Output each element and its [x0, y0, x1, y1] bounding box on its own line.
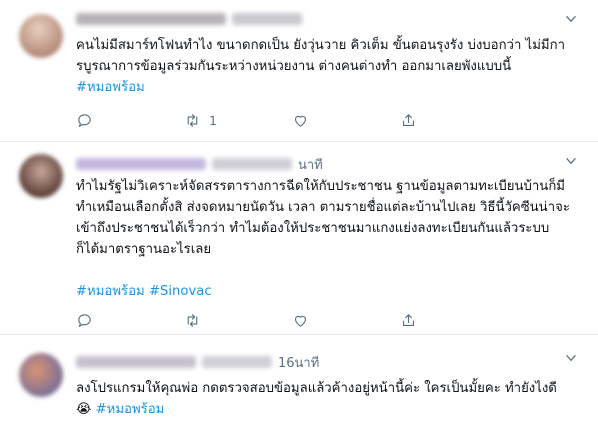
tweet-text: ลงโปรแกรมให้คุณพ่อ กดตรวจสอบข้อมูลแล้วค้…: [76, 378, 572, 420]
like-button[interactable]: [292, 112, 400, 129]
tweet-feed: คนไม่มีสมาร์ทโฟนทำไง ขนาดกดเป็น ยังวุ่นว…: [0, 0, 598, 434]
tweet[interactable]: คนไม่มีสมาร์ทโฟนทำไง ขนาดกดเป็น ยังวุ่นว…: [0, 0, 598, 142]
retweet-button[interactable]: 1: [184, 112, 292, 129]
tweet[interactable]: นาที ทำไมรัฐไม่วิเคราะห์จัดสรรตารางการฉี…: [0, 142, 598, 335]
heart-icon: [294, 315, 307, 327]
tweet-header: 16นาที: [76, 353, 319, 371]
avatar[interactable]: [19, 154, 63, 198]
hashtag-link[interactable]: #Sinovac: [149, 284, 212, 299]
retweet-count: 1: [209, 112, 217, 128]
reply-icon: [78, 313, 91, 327]
tweet-timestamp[interactable]: นาที: [298, 154, 323, 175]
author-name-redacted[interactable]: [76, 13, 226, 25]
heart-icon: [294, 115, 307, 127]
share-button[interactable]: [400, 112, 417, 129]
retweet-icon: [187, 313, 198, 327]
chevron-down-icon: [566, 16, 576, 22]
tweet-actions: [76, 310, 417, 330]
share-button[interactable]: [400, 312, 417, 329]
retweet-button[interactable]: [184, 312, 292, 329]
reply-button[interactable]: [76, 312, 184, 329]
hashtag-link[interactable]: #หมอพร้อม: [96, 402, 165, 417]
tweet-timestamp[interactable]: 16นาที: [278, 352, 319, 373]
tweet[interactable]: 16นาที ลงโปรแกรมให้คุณพ่อ กดตรวจสอบข้อมู…: [0, 335, 598, 434]
tweet-body: คนไม่มีสมาร์ทโฟนทำไง ขนาดกดเป็น ยังวุ่นว…: [76, 38, 565, 74]
avatar[interactable]: [19, 14, 63, 58]
tweet-text: คนไม่มีสมาร์ทโฟนทำไง ขนาดกดเป็น ยังวุ่นว…: [76, 35, 572, 98]
more-options-button[interactable]: [560, 8, 582, 30]
tweet-header: นาที: [76, 155, 323, 173]
author-name-redacted[interactable]: [76, 356, 196, 368]
author-handle-redacted[interactable]: [212, 158, 292, 170]
reply-button[interactable]: [76, 112, 184, 129]
tweet-actions: 1: [76, 110, 417, 130]
share-icon: [402, 313, 415, 326]
chevron-down-icon: [566, 158, 576, 164]
tweet-body: ทำไมรัฐไม่วิเคราะห์จัดสรรตารางการฉีดให้ก…: [76, 179, 570, 257]
more-options-button[interactable]: [560, 150, 582, 172]
tweet-text: ทำไมรัฐไม่วิเคราะห์จัดสรรตารางการฉีดให้ก…: [76, 176, 572, 302]
reply-icon: [78, 113, 91, 127]
author-handle-redacted[interactable]: [232, 13, 302, 25]
tweet-header: [76, 10, 308, 28]
share-icon: [402, 113, 415, 126]
chevron-down-icon: [566, 355, 576, 361]
author-handle-redacted[interactable]: [202, 356, 272, 368]
more-options-button[interactable]: [560, 347, 582, 369]
retweet-icon: [187, 113, 198, 127]
author-name-redacted[interactable]: [76, 158, 206, 170]
avatar[interactable]: [19, 353, 63, 397]
hashtag-link[interactable]: #หมอพร้อม: [76, 284, 145, 299]
hashtag-link[interactable]: #หมอพร้อม: [76, 80, 145, 95]
like-button[interactable]: [292, 312, 400, 329]
